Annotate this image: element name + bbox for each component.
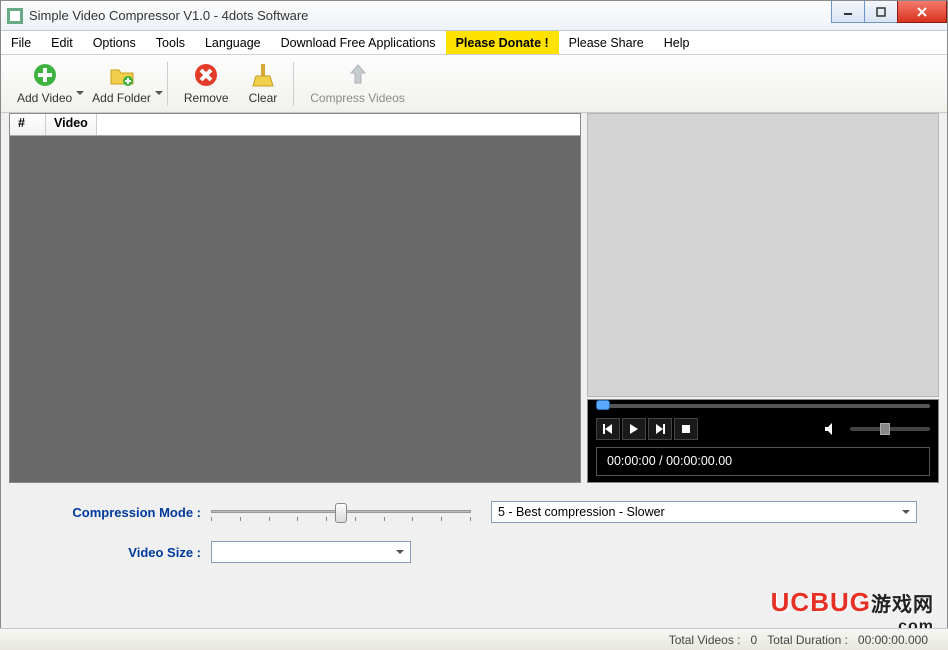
status-duration-label: Total Duration :: [767, 633, 848, 647]
player-panel: 00:00:00 / 00:00:00.00: [587, 113, 939, 483]
seek-bar[interactable]: [588, 400, 938, 414]
remove-label: Remove: [184, 89, 229, 107]
video-size-combo[interactable]: [211, 541, 411, 563]
stop-button[interactable]: [674, 418, 698, 440]
menu-download[interactable]: Download Free Applications: [271, 31, 446, 54]
seek-thumb[interactable]: [596, 400, 610, 410]
remove-button[interactable]: Remove: [176, 59, 237, 109]
menu-edit[interactable]: Edit: [41, 31, 83, 54]
add-video-button[interactable]: Add Video: [9, 59, 80, 109]
compression-slider[interactable]: [211, 501, 471, 523]
clear-label: Clear: [249, 89, 278, 107]
window-title: Simple Video Compressor V1.0 - 4dots Sof…: [29, 8, 308, 23]
watermark-cjk: 游戏网: [871, 594, 934, 616]
menu-share[interactable]: Please Share: [559, 31, 654, 54]
status-bar: Total Videos : 0 Total Duration : 00:00:…: [0, 628, 948, 650]
status-duration-value: 00:00:00.000: [858, 633, 928, 647]
volume-icon[interactable]: [820, 418, 844, 440]
main-area: # Video 00:00:00 / 00:00:00.00: [1, 113, 947, 483]
menu-donate[interactable]: Please Donate !: [446, 31, 559, 54]
toolbar-separator-2: [293, 62, 294, 106]
video-list[interactable]: # Video: [9, 113, 581, 483]
menu-help[interactable]: Help: [654, 31, 700, 54]
minimize-button[interactable]: [831, 1, 865, 23]
remove-icon: [193, 61, 219, 89]
watermark-brand: UCBUG: [771, 587, 871, 617]
compress-icon: [345, 61, 371, 89]
add-folder-label: Add Folder: [92, 89, 151, 107]
list-header: # Video: [10, 114, 580, 136]
maximize-button[interactable]: [864, 1, 898, 23]
compression-slider-thumb[interactable]: [335, 503, 347, 523]
compress-button[interactable]: Compress Videos: [302, 59, 413, 109]
app-icon: [7, 8, 23, 24]
next-button[interactable]: [648, 418, 672, 440]
menu-options[interactable]: Options: [83, 31, 146, 54]
menu-language[interactable]: Language: [195, 31, 271, 54]
timecode: 00:00:00 / 00:00:00.00: [596, 447, 930, 476]
compression-mode-value: 5 - Best compression - Slower: [498, 505, 665, 519]
plus-green-icon: [32, 61, 58, 89]
close-button[interactable]: [897, 1, 947, 23]
compression-mode-combo[interactable]: 5 - Best compression - Slower: [491, 501, 917, 523]
titlebar: Simple Video Compressor V1.0 - 4dots Sof…: [1, 1, 947, 31]
play-button[interactable]: [622, 418, 646, 440]
compress-label: Compress Videos: [310, 89, 405, 107]
status-videos-label: Total Videos :: [669, 633, 741, 647]
add-video-label: Add Video: [17, 89, 72, 107]
player-controls: 00:00:00 / 00:00:00.00: [587, 399, 939, 483]
prev-button[interactable]: [596, 418, 620, 440]
video-size-label: Video Size :: [31, 545, 211, 560]
compression-mode-label: Compression Mode :: [31, 505, 211, 520]
clear-button[interactable]: Clear: [241, 59, 286, 109]
status-videos-value: 0: [751, 633, 758, 647]
toolbar: Add Video Add Folder Remove Clear Compre…: [1, 55, 947, 113]
video-preview: [587, 113, 939, 397]
volume-slider[interactable]: [850, 427, 930, 431]
settings-panel: Compression Mode : 5 - Best compression …: [1, 483, 947, 563]
menu-file[interactable]: File: [1, 31, 41, 54]
folder-plus-icon: [109, 61, 135, 89]
add-folder-button[interactable]: Add Folder: [84, 59, 159, 109]
col-header-video[interactable]: Video: [46, 114, 97, 135]
col-header-num[interactable]: #: [10, 114, 46, 135]
menu-tools[interactable]: Tools: [146, 31, 195, 54]
broom-icon: [250, 61, 276, 89]
volume-thumb[interactable]: [880, 423, 890, 435]
toolbar-separator: [167, 62, 168, 106]
menubar: File Edit Options Tools Language Downloa…: [1, 31, 947, 55]
